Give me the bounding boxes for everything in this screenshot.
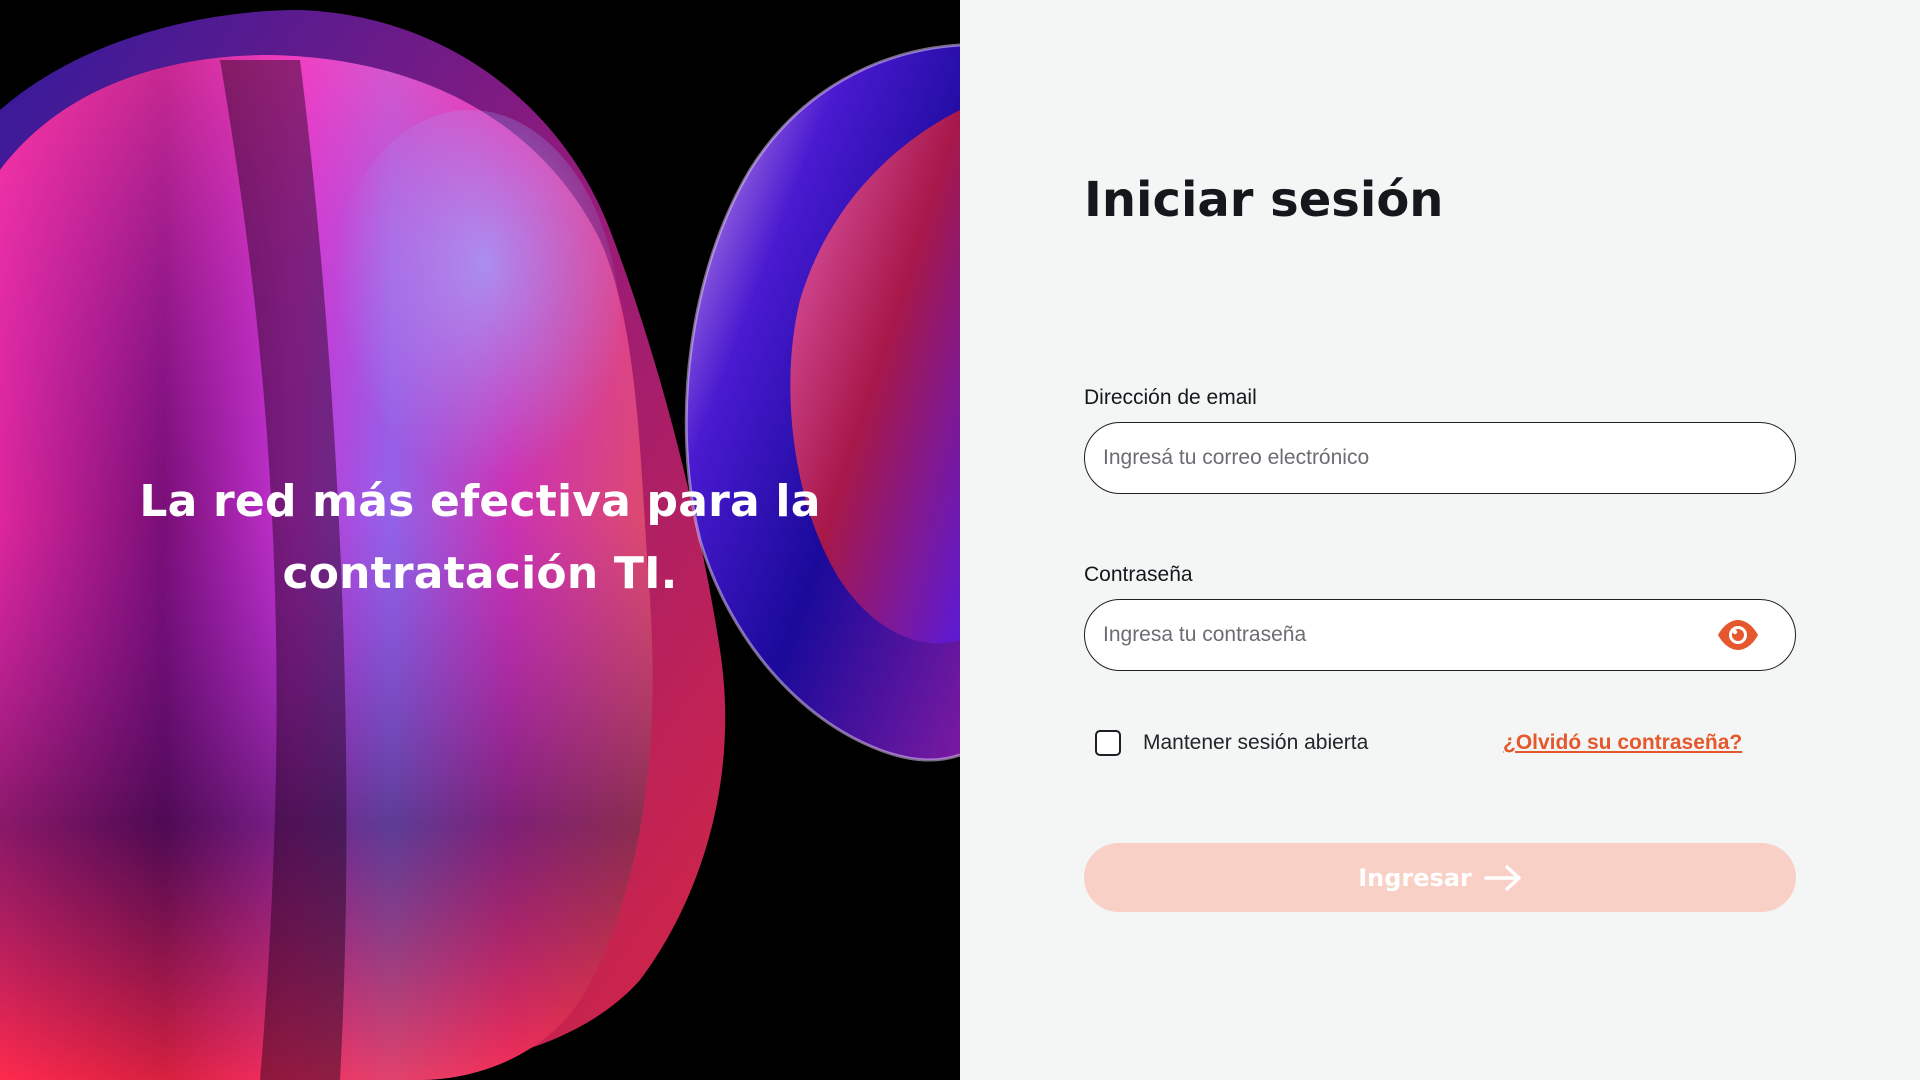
page-title: Iniciar sesión	[1084, 172, 1444, 228]
eye-icon[interactable]	[1715, 618, 1761, 652]
hero-tagline-line-1: La red más efectiva para la	[139, 476, 821, 527]
password-label: Contraseña	[1084, 563, 1193, 586]
password-field[interactable]	[1085, 600, 1715, 670]
hero-panel: La red más efectiva para la contratación…	[0, 0, 960, 1080]
hero-tagline-line-2: contratación TI.	[282, 548, 678, 599]
email-field[interactable]	[1085, 423, 1795, 493]
password-field-wrapper	[1084, 599, 1796, 671]
remember-session-checkbox[interactable]	[1095, 730, 1121, 756]
email-label: Dirección de email	[1084, 386, 1257, 409]
login-page: La red más efectiva para la contratación…	[0, 0, 1920, 1080]
email-field-wrapper	[1084, 422, 1796, 494]
remember-session-label: Mantener sesión abierta	[1143, 731, 1369, 754]
submit-button[interactable]: Ingresar	[1084, 843, 1796, 912]
hero-tagline: La red más efectiva para la contratación…	[80, 466, 880, 610]
login-panel: Iniciar sesión Dirección de email Contra…	[960, 0, 1920, 1080]
arrow-right-icon	[1484, 864, 1522, 891]
submit-button-label: Ingresar	[1358, 863, 1472, 892]
remember-session-toggle[interactable]: Mantener sesión abierta	[1095, 730, 1368, 756]
forgot-password-link[interactable]: ¿Olvidó su contraseña?	[1503, 731, 1742, 755]
